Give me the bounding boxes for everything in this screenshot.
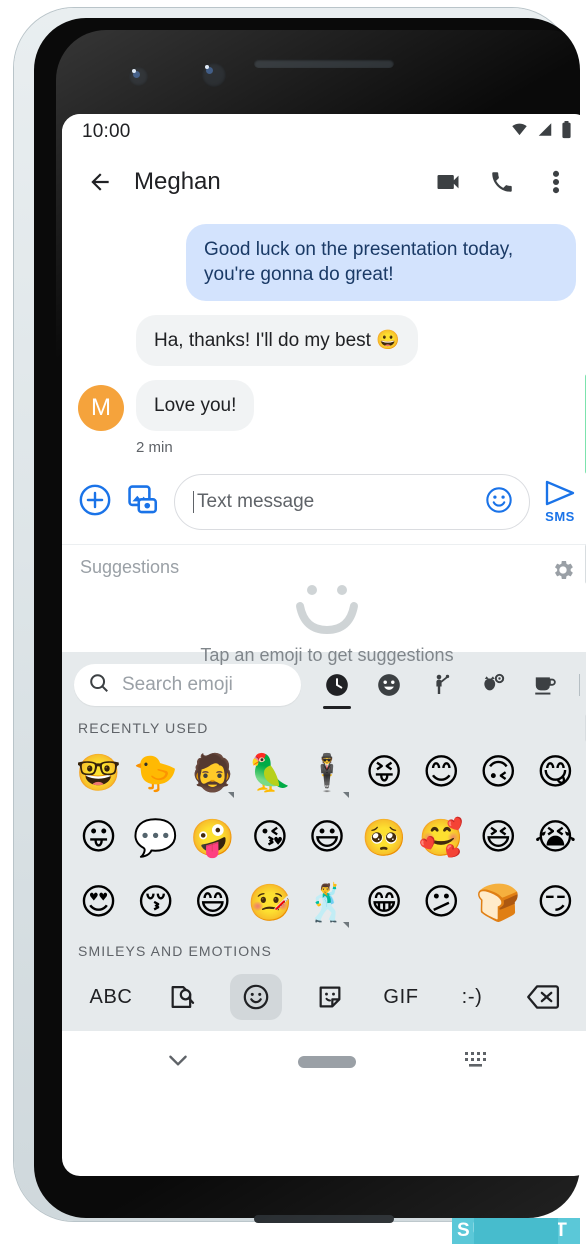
emoji-baby-chick[interactable]: 🐤 <box>127 740 184 805</box>
emoji-zany-face[interactable]: 🤪 <box>184 805 241 870</box>
emoji-man-dancing[interactable]: 🕺 <box>298 870 355 935</box>
emoji-grinning-face-with-smiling-eyes[interactable]: 😄 <box>184 870 241 935</box>
send-label: SMS <box>545 509 575 525</box>
tab-recently-used[interactable] <box>315 662 359 710</box>
front-camera-secondary-icon <box>202 63 226 87</box>
emoji-face-with-tongue[interactable]: 😛 <box>70 805 127 870</box>
overflow-menu-icon[interactable] <box>538 164 574 200</box>
emoji-person-in-suit-levitating[interactable]: 🕴 <box>298 740 355 805</box>
emoji-confused-face[interactable]: 😕 <box>413 870 470 935</box>
emoji-loudly-crying-face[interactable]: 😭 <box>527 805 584 870</box>
suggestions-panel: Suggestions Tap an emoji to get suggesti… <box>62 544 586 665</box>
keyboard-switcher-icon[interactable] <box>463 1049 489 1076</box>
page-title: Meghan <box>134 168 221 195</box>
backspace-icon[interactable] <box>520 974 566 1020</box>
phone-call-icon[interactable] <box>484 164 520 200</box>
emoji-smiley-icon[interactable] <box>485 486 513 519</box>
section-label-recently-used: RECENTLY USED <box>78 720 209 737</box>
section-label-smileys: SMILEYS AND EMOTIONS <box>78 943 272 960</box>
earpiece-speaker <box>254 59 394 68</box>
tab-food-and-drink[interactable] <box>523 662 567 708</box>
system-nav-bar <box>62 1031 586 1094</box>
phone-frame: 10:00 Meghan Good luck on the presentati… <box>14 8 586 1226</box>
front-camera-icon <box>129 67 148 86</box>
app-bar: Meghan <box>62 150 586 214</box>
search-input[interactable]: Search emoji <box>74 664 301 707</box>
phone-body: 10:00 Meghan Good luck on the presentati… <box>34 18 586 1226</box>
conversation-thread: Good luck on the presentation today, you… <box>62 214 586 467</box>
status-bar: 10:00 <box>62 114 586 150</box>
message-row-incoming: M Love you! <box>78 379 576 432</box>
send-arrow-icon <box>544 480 576 511</box>
emoji-smiling-face-with-smiling-eyes[interactable]: 😊 <box>413 740 470 805</box>
emoji-beaming-face-with-smiling-eyes[interactable]: 😁 <box>356 870 413 935</box>
emoji-upside-down-face[interactable]: 🙃 <box>470 740 527 805</box>
abc-keyboard-button[interactable]: ABC <box>88 974 134 1020</box>
tab-divider <box>579 674 580 697</box>
emoji-face-blowing-a-kiss[interactable]: 😘 <box>241 805 298 870</box>
emoji-face-savoring-food[interactable]: 😋 <box>527 740 584 805</box>
message-input-placeholder: Text message <box>193 491 475 514</box>
wifi-icon <box>510 122 529 142</box>
avatar[interactable]: M <box>78 385 124 432</box>
gif-button[interactable]: GIF <box>378 974 424 1020</box>
message-bubble[interactable]: Good luck on the presentation today, you… <box>186 224 576 301</box>
emoji-face-with-thermometer[interactable]: 🤒 <box>241 870 298 935</box>
send-button[interactable]: SMS <box>544 480 576 524</box>
compose-bar: Text message SMS <box>62 466 586 545</box>
app-bar-actions <box>430 164 574 200</box>
emoji-kissing-face-with-closed-eyes[interactable]: 😚 <box>127 870 184 935</box>
sticker-icon[interactable] <box>307 974 353 1020</box>
search-icon <box>88 672 110 699</box>
emoji-parrot[interactable]: 🦜 <box>241 740 298 805</box>
search-placeholder: Search emoji <box>122 674 233 696</box>
emoji-keyboard: Search emoji RECENTLY USED 🤓 🐤 🧔 🦜 🕴 😝 😊… <box>62 652 586 1032</box>
battery-icon <box>561 120 572 144</box>
emoji-bread[interactable]: 🍞 <box>470 870 527 935</box>
back-arrow-icon[interactable] <box>80 162 120 202</box>
message-bubble[interactable]: Ha, thanks! I'll do my best 😀 <box>136 314 418 366</box>
suggestions-header: Suggestions <box>80 557 180 578</box>
phone-screen: 10:00 Meghan Good luck on the presentati… <box>62 114 586 1176</box>
smiley-outline-icon <box>282 580 372 643</box>
message-timestamp: 2 min <box>136 439 173 457</box>
message-input-field[interactable]: Text message <box>174 474 530 531</box>
tab-animals-and-nature[interactable] <box>471 662 515 708</box>
emoji-bearded-person[interactable]: 🧔 <box>184 740 241 805</box>
message-row-outgoing: Good luck on the presentation today, you… <box>78 224 576 301</box>
chevron-down-icon[interactable] <box>165 1047 191 1078</box>
emoji-category-tabs <box>315 662 580 710</box>
plus-circle-icon[interactable] <box>78 483 112 522</box>
emoji-button[interactable] <box>230 974 282 1021</box>
status-icon-group <box>510 120 572 144</box>
emoji-smiling-face-with-heart-eyes[interactable]: 😍 <box>70 870 127 935</box>
message-bubble[interactable]: Love you! <box>136 379 255 432</box>
emoji-smirking-face[interactable]: 😏 <box>527 870 584 935</box>
cellular-signal-icon <box>536 122 554 142</box>
emoticon-button[interactable]: :-) <box>449 974 495 1020</box>
emoji-squinting-face-with-tongue[interactable]: 😝 <box>356 740 413 805</box>
emoji-grinning-squinting-face[interactable]: 😆 <box>470 805 527 870</box>
emoji-speech-balloon[interactable]: 💬 <box>127 805 184 870</box>
emoji-pleading-face[interactable]: 🥺 <box>356 805 413 870</box>
gallery-image-icon[interactable] <box>126 483 160 522</box>
tab-people[interactable] <box>419 662 463 708</box>
emoji-grinning-face-with-big-eyes[interactable]: 😃 <box>298 805 355 870</box>
keyboard-toolbar: ABC GIF:-) <box>62 963 586 1032</box>
gear-icon[interactable] <box>550 557 576 588</box>
suggestions-empty-state: Tap an emoji to get suggestions <box>80 580 574 666</box>
emoji-grid: 🤓 🐤 🧔 🦜 🕴 😝 😊 🙃 😋 😛 💬 🤪 😘 😃 🥺 🥰 😆 😭 😍 😚 😄 🤒 🕺 😁 😕 🍞 😏 <box>62 740 586 935</box>
status-clock: 10:00 <box>82 121 131 142</box>
emoji-smiling-face-with-hearts[interactable]: 🥰 <box>413 805 470 870</box>
home-pill-icon[interactable] <box>297 1056 356 1069</box>
tab-smileys-and-emotions[interactable] <box>367 662 411 708</box>
emoji-nerd-face[interactable]: 🤓 <box>70 740 127 805</box>
bottom-speaker <box>254 1215 394 1223</box>
watermark-mask <box>474 1218 558 1244</box>
image-search-icon[interactable] <box>159 974 205 1020</box>
message-row-incoming: Ha, thanks! I'll do my best 😀 <box>78 314 576 366</box>
video-call-icon[interactable] <box>430 164 466 200</box>
screenshot-root: 10:00 Meghan Good luck on the presentati… <box>0 0 586 1250</box>
